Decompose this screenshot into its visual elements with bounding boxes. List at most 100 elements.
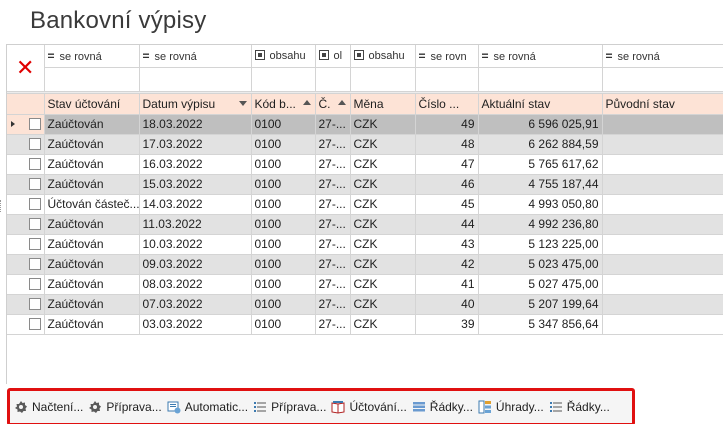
filter-value-input-7[interactable]: [602, 67, 723, 92]
column-header-label: Kód b...: [254, 96, 296, 111]
clear-filter-button[interactable]: ✕: [7, 45, 45, 92]
column-header-7[interactable]: Původní stav: [602, 93, 723, 115]
cell-puvodni: 5 765 617,62: [602, 134, 723, 155]
filter-value-input-0[interactable]: [44, 67, 140, 92]
filter-operator-6[interactable]: = se rovná: [478, 45, 603, 68]
table-row[interactable]: Zaúčtován 09.03.2022 0100 27-... CZK 42 5 023 …: [7, 254, 723, 275]
automatic-icon: [167, 400, 181, 414]
filter-operator-2[interactable]: obsahu: [251, 45, 316, 68]
row-checkbox[interactable]: [28, 158, 41, 170]
cell-kod: 0100: [251, 114, 316, 135]
cell-kod: 0100: [251, 134, 316, 155]
toolbar-button-6[interactable]: Úhrady...: [478, 400, 544, 414]
filter-value-input-6[interactable]: [478, 67, 603, 92]
cell-c: 27-...: [315, 174, 351, 195]
row-select-cell: [7, 278, 43, 290]
filter-operator-3[interactable]: ol: [315, 45, 351, 68]
cell-mena: CZK: [350, 234, 416, 255]
column-header-5[interactable]: Číslo ...: [415, 93, 479, 115]
cell-aktualni: 5 207 199,64: [478, 294, 603, 315]
cell-datum: 17.03.2022: [139, 134, 252, 155]
table-row[interactable]: Zaúčtován 16.03.2022 0100 27-... CZK 47 5 765 …: [7, 154, 723, 175]
column-header-6[interactable]: Aktuální stav: [478, 93, 603, 115]
toolbar-button-label: Úhrady...: [495, 400, 544, 414]
cell-puvodni: 5 347 856,64: [602, 294, 723, 315]
column-header-3[interactable]: Č.: [315, 93, 351, 115]
table-row[interactable]: Zaúčtován 15.03.2022 0100 27-... CZK 46 4 755 …: [7, 174, 723, 195]
toolbar-button-4[interactable]: Účtování...: [331, 400, 407, 414]
table-row[interactable]: Zaúčtován 10.03.2022 0100 27-... CZK 43 5 123 …: [7, 234, 723, 255]
table-row[interactable]: Zaúčtován 07.03.2022 0100 27-... CZK 40 5 207 …: [7, 294, 723, 315]
cell-stav: Účtován částeč...: [44, 194, 140, 215]
column-header-0[interactable]: Stav účtování: [44, 93, 140, 115]
list-icon: [549, 400, 563, 414]
statements-table: ✕ = se rovná = se rovná obsahu ol obsahu = se rov…: [7, 45, 723, 335]
row-checkbox[interactable]: [28, 318, 41, 330]
toolbar-button-label: Příprava...: [271, 400, 327, 414]
table-row[interactable]: Zaúčtován 11.03.2022 0100 27-... CZK 44 4 992 …: [7, 214, 723, 235]
row-checkbox[interactable]: [28, 258, 41, 270]
cell-kod: 0100: [251, 294, 316, 315]
table-row[interactable]: Zaúčtován 18.03.2022 0100 27-... CZK 49 6 596 …: [7, 114, 723, 135]
cell-c: 27-...: [315, 194, 351, 215]
toolbar-button-label: Řádky...: [566, 400, 610, 414]
cell-datum: 07.03.2022: [139, 294, 252, 315]
row-select-cell: [7, 178, 43, 190]
cell-datum: 03.03.2022: [139, 314, 252, 335]
toolbar-button-3[interactable]: Příprava...: [253, 400, 326, 414]
cell-cislo: 46: [415, 174, 479, 195]
table-row[interactable]: Zaúčtován 17.03.2022 0100 27-... CZK 48 6 262 …: [7, 134, 723, 155]
column-header-label: Měna: [353, 96, 384, 111]
cell-kod: 0100: [251, 234, 316, 255]
toolbar-button-7[interactable]: Řádky...: [549, 400, 610, 414]
toolbar-button-0[interactable]: Načtení...: [14, 400, 83, 414]
toolbar-button-5[interactable]: Řádky...: [412, 400, 473, 414]
cell-cislo: 43: [415, 234, 479, 255]
column-header-1[interactable]: Datum výpisu: [139, 93, 252, 115]
filter-operator-5[interactable]: = se rovn: [415, 45, 479, 68]
row-indicator: [7, 134, 45, 155]
table-row[interactable]: Zaúčtován 08.03.2022 0100 27-... CZK 41 5 027 …: [7, 274, 723, 295]
filter-operator-0[interactable]: = se rovná: [44, 45, 140, 68]
filter-value-input-3[interactable]: [315, 67, 351, 92]
cell-kod: 0100: [251, 154, 316, 175]
column-header-2[interactable]: Kód b...: [251, 93, 316, 115]
cell-c: 27-...: [315, 294, 351, 315]
row-checkbox[interactable]: [28, 238, 41, 250]
filter-value-input-5[interactable]: [415, 67, 479, 92]
row-checkbox[interactable]: [28, 138, 41, 150]
filter-value-input-4[interactable]: [350, 67, 416, 92]
filter-operator-1[interactable]: = se rovná: [139, 45, 252, 68]
cell-stav: Zaúčtován: [44, 314, 140, 335]
splitter-handle[interactable]: [0, 200, 3, 212]
row-checkbox[interactable]: [28, 218, 41, 230]
row-indicator: [7, 174, 45, 195]
table-row[interactable]: Zaúčtován 03.03.2022 0100 27-... CZK 39 5 347 …: [7, 314, 723, 335]
cell-stav: Zaúčtován: [44, 234, 140, 255]
cell-stav: Zaúčtován: [44, 134, 140, 155]
table-row[interactable]: Účtován částeč... 14.03.2022 0100 27-... CZK…: [7, 194, 723, 215]
gear-puzzle-icon: [14, 400, 28, 414]
toolbar-button-label: Příprava...: [106, 400, 162, 414]
filter-row: ✕ = se rovná = se rovná obsahu ol obsahu = se rov…: [7, 45, 723, 92]
row-checkbox[interactable]: [28, 198, 41, 210]
row-select-cell: [7, 218, 43, 230]
row-checkbox[interactable]: [28, 298, 41, 310]
filter-value-input-1[interactable]: [139, 67, 252, 92]
cell-puvodni: 5 123 225,00: [602, 214, 723, 235]
row-checkbox[interactable]: [28, 118, 41, 130]
row-checkbox[interactable]: [28, 178, 41, 190]
column-header-4[interactable]: Měna: [350, 93, 416, 115]
sort-ascending-icon: [337, 99, 346, 105]
cell-mena: CZK: [350, 134, 416, 155]
cell-c: 27-...: [315, 234, 351, 255]
toolbar-button-1[interactable]: Příprava...: [88, 400, 162, 414]
filter-value-input-2[interactable]: [251, 67, 316, 92]
cell-cislo: 48: [415, 134, 479, 155]
filter-operator-7[interactable]: = se rovná: [602, 45, 723, 68]
row-checkbox[interactable]: [28, 278, 41, 290]
filter-operator-4[interactable]: obsahu: [350, 45, 416, 68]
toolbar-button-2[interactable]: Automatic...: [167, 400, 248, 414]
cell-kod: 0100: [251, 314, 316, 335]
contains-icon: [318, 49, 329, 60]
